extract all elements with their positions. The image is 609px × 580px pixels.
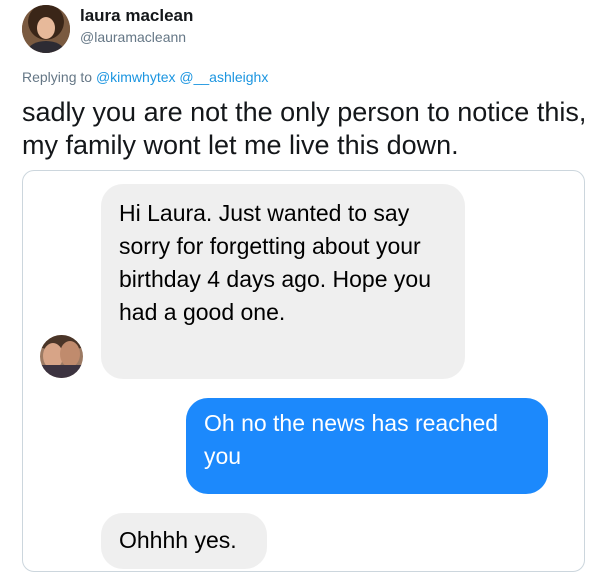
contact-face-right bbox=[60, 341, 80, 367]
mention-link[interactable]: @__ashleighx bbox=[179, 69, 268, 85]
avatar-face bbox=[37, 17, 55, 39]
author-name[interactable]: laura maclean bbox=[80, 6, 193, 26]
author-handle[interactable]: @lauramacleann bbox=[80, 29, 186, 45]
contact-avatar bbox=[40, 335, 83, 378]
message-bubble-outgoing: Oh no the news has reached you bbox=[186, 398, 548, 494]
replying-prefix: Replying to bbox=[22, 69, 93, 85]
message-bubble-incoming: Hi Laura. Just wanted to say sorry for f… bbox=[101, 184, 465, 379]
message-bubble-incoming: Ohhhh yes. bbox=[101, 513, 267, 569]
author-avatar[interactable] bbox=[22, 5, 70, 53]
attached-image[interactable]: Hi Laura. Just wanted to say sorry for f… bbox=[22, 170, 585, 572]
contact-shirt bbox=[40, 365, 83, 378]
replying-to-line: Replying to @kimwhytex @__ashleighx bbox=[22, 69, 268, 85]
mention-link[interactable]: @kimwhytex bbox=[96, 69, 176, 85]
tweet-text: sadly you are not the only person to not… bbox=[22, 97, 587, 160]
